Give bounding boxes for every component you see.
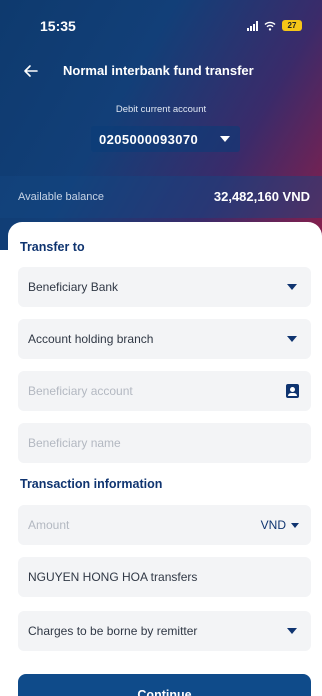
- transfer-form: Transfer to Beneficiary Bank Account hol…: [8, 222, 322, 696]
- beneficiary-name-placeholder: Beneficiary name: [28, 436, 121, 450]
- page-title: Normal interbank fund transfer: [63, 63, 254, 78]
- charges-select[interactable]: Charges to be borne by remitter: [18, 611, 311, 651]
- currency-label: VND: [260, 518, 286, 532]
- charges-label: Charges to be borne by remitter: [28, 624, 198, 638]
- status-bar: 15:35 27: [0, 18, 322, 38]
- battery-icon: 27: [282, 20, 302, 31]
- contact-book-icon[interactable]: [286, 384, 299, 398]
- chevron-down-icon: [220, 136, 230, 142]
- wifi-icon: [264, 21, 276, 31]
- debit-account-label: Debit current account: [115, 104, 207, 115]
- currency-select[interactable]: VND: [261, 518, 299, 532]
- chevron-down-icon: [291, 522, 299, 528]
- description-field[interactable]: NGUYEN HONG HOA transfers: [18, 557, 311, 597]
- debit-account-select[interactable]: 0205000093070: [91, 126, 240, 152]
- description-value: NGUYEN HONG HOA transfers: [28, 570, 198, 584]
- section-title-transfer-to: Transfer to: [20, 240, 85, 254]
- amount-field[interactable]: Amount VND: [18, 505, 311, 545]
- beneficiary-account-field[interactable]: Beneficiary account: [18, 371, 311, 411]
- continue-button[interactable]: Continue: [18, 674, 311, 696]
- beneficiary-account-placeholder: Beneficiary account: [28, 384, 133, 398]
- nav-row: Normal interbank fund transfer: [0, 60, 322, 82]
- balance-label: Available balance: [18, 191, 105, 203]
- balance-value: 32,482,160 VND: [213, 189, 310, 204]
- beneficiary-bank-select[interactable]: Beneficiary Bank: [18, 267, 311, 307]
- status-icons: 27: [247, 20, 302, 31]
- chevron-down-icon: [287, 628, 297, 634]
- holding-branch-select[interactable]: Account holding branch: [18, 319, 311, 359]
- debit-account-number: 0205000093070: [99, 131, 199, 147]
- amount-placeholder: Amount: [28, 518, 70, 532]
- signal-icon: [247, 20, 258, 31]
- beneficiary-bank-label: Beneficiary Bank: [28, 280, 119, 294]
- balance-row: Available balance 32,482,160 VND: [0, 176, 322, 218]
- holding-branch-label: Account holding branch: [28, 332, 154, 346]
- section-title-transaction: Transaction information: [20, 477, 163, 491]
- chevron-down-icon: [287, 336, 297, 342]
- header: 15:35 27 Normal interbank fund transfer …: [0, 0, 322, 250]
- beneficiary-name-field[interactable]: Beneficiary name: [18, 423, 311, 463]
- status-time: 15:35: [40, 18, 76, 34]
- back-arrow-icon[interactable]: [20, 60, 42, 82]
- chevron-down-icon: [287, 284, 297, 290]
